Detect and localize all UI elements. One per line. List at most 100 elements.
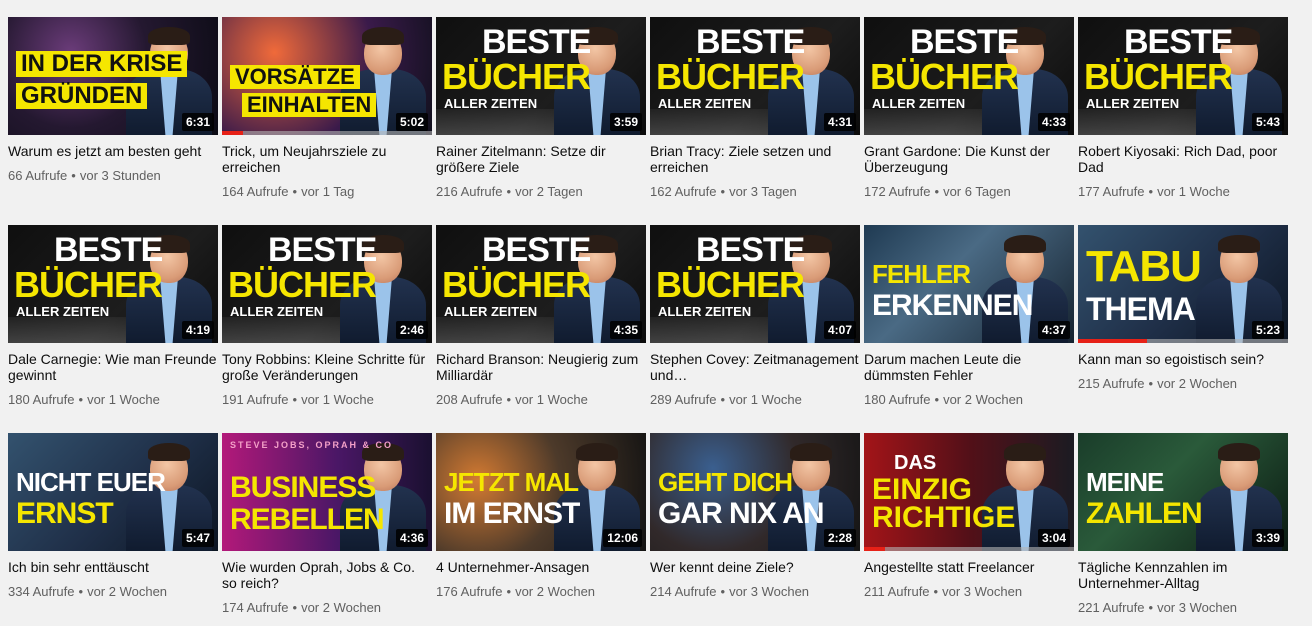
video-card[interactable]: GEHT DICH GAR NIX AN 2:28 Wer kennt deine Z… <box>650 433 860 600</box>
video-thumbnail[interactable]: MEINE ZAHLEN 3:39 <box>1078 433 1288 551</box>
video-title[interactable]: Trick, um Neujahrsziele zu erreichen <box>222 143 432 175</box>
view-count: 221 Aufrufe <box>1078 600 1145 615</box>
book-pages-graphic <box>222 317 342 343</box>
thumbnail-text: GEHT DICH <box>658 467 793 497</box>
video-metadata: 162 Aufrufe • vor 3 Tagen <box>650 184 860 200</box>
video-card[interactable]: STEVE JOBS, OPRAH & CO BUSINESS REBELLEN 4:… <box>222 433 432 616</box>
video-thumbnail[interactable]: VORSÄTZE EINHALTEN 5:02 <box>222 17 432 135</box>
video-title[interactable]: Wer kennt deine Ziele? <box>650 559 860 575</box>
video-thumbnail[interactable]: BESTE BÜCHER ALLER ZEITEN 2:46 <box>222 225 432 343</box>
thumbnail-text: GRÜNDEN <box>16 83 148 109</box>
video-card[interactable]: BESTE BÜCHER ALLER ZEITEN 4:31 Brian Tracy: … <box>650 17 860 200</box>
video-thumbnail[interactable]: GEHT DICH GAR NIX AN 2:28 <box>650 433 860 551</box>
thumbnail-text: BÜCHER <box>656 56 805 97</box>
video-thumbnail[interactable]: BESTE BÜCHER ALLER ZEITEN 5:43 <box>1078 17 1288 135</box>
video-metadata: 164 Aufrufe • vor 1 Tag <box>222 184 432 200</box>
video-card[interactable]: VORSÄTZE EINHALTEN 5:02 Trick, um Neujahrsz… <box>222 17 432 200</box>
duration-badge: 5:02 <box>395 113 428 131</box>
upload-age: vor 3 Wochen <box>942 584 1023 599</box>
video-card[interactable]: BESTE BÜCHER ALLER ZEITEN 4:19 Dale Carnegie… <box>8 225 218 408</box>
video-title[interactable]: Grant Gardone: Die Kunst der Überzeugung <box>864 143 1074 175</box>
thumbnail-text: GAR NIX AN <box>658 497 825 530</box>
video-title[interactable]: Warum es jetzt am besten geht <box>8 143 218 159</box>
duration-badge: 3:04 <box>1037 529 1070 547</box>
video-card[interactable]: BESTE BÜCHER ALLER ZEITEN 4:35 Richard Brans… <box>436 225 646 408</box>
thumbnail-text: JETZT MAL <box>444 467 579 497</box>
thumbnail-text: NICHT EUER <box>16 467 166 497</box>
video-thumbnail[interactable]: NICHT EUER ERNST 5:47 <box>8 433 218 551</box>
thumbnail-text: BÜCHER <box>1084 56 1233 97</box>
video-title[interactable]: Stephen Covey: Zeitmanagement und… <box>650 351 860 383</box>
video-card[interactable]: FEHLER ERKENNEN 4:37 Darum machen Leute die… <box>864 225 1074 408</box>
separator-dot: • <box>71 168 76 183</box>
video-title[interactable]: Kann man so egoistisch sein? <box>1078 351 1288 367</box>
book-pages-graphic <box>864 109 984 135</box>
upload-age: vor 3 Wochen <box>1157 600 1238 615</box>
video-thumbnail[interactable]: IN DER KRISE GRÜNDEN 6:31 <box>8 17 218 135</box>
video-thumbnail[interactable]: BESTE BÜCHER ALLER ZEITEN 4:31 <box>650 17 860 135</box>
video-card[interactable]: JETZT MAL IM ERNST 12:06 4 Unternehmer-Ansa… <box>436 433 646 600</box>
duration-badge: 4:07 <box>823 321 856 339</box>
video-title[interactable]: Robert Kiyosaki: Rich Dad, poor Dad <box>1078 143 1288 175</box>
separator-dot: • <box>720 184 726 199</box>
video-card[interactable]: BESTE BÜCHER ALLER ZEITEN 4:07 Stephen Covey… <box>650 225 860 408</box>
video-thumbnail[interactable]: JETZT MAL IM ERNST 12:06 <box>436 433 646 551</box>
video-thumbnail[interactable]: BESTE BÜCHER ALLER ZEITEN 4:35 <box>436 225 646 343</box>
video-title[interactable]: Brian Tracy: Ziele setzen und erreichen <box>650 143 860 175</box>
thumbnail-text: BESTE <box>54 231 163 269</box>
video-metadata: 334 Aufrufe • vor 2 Wochen <box>8 584 218 600</box>
thumbnail-text: BESTE <box>268 231 377 269</box>
book-pages-graphic <box>1078 109 1198 135</box>
video-thumbnail[interactable]: BESTE BÜCHER ALLER ZEITEN 4:33 <box>864 17 1074 135</box>
video-title[interactable]: Richard Branson: Neugierig zum Milliardä… <box>436 351 646 383</box>
separator-dot: • <box>292 184 298 199</box>
thumbnail-text: IN DER KRISE <box>16 51 188 77</box>
separator-dot: • <box>1148 600 1154 615</box>
thumbnail-text: BESTE <box>1124 23 1233 61</box>
book-pages-graphic <box>650 317 770 343</box>
duration-badge: 4:31 <box>823 113 856 131</box>
watch-progress-bar <box>864 547 885 551</box>
video-title[interactable]: Tägliche Kennzahlen im Unternehmer-Allta… <box>1078 559 1288 591</box>
thumbnail-text: BÜCHER <box>442 56 591 97</box>
video-title[interactable]: 4 Unternehmer-Ansagen <box>436 559 646 575</box>
video-metadata: 208 Aufrufe • vor 1 Woche <box>436 392 646 408</box>
video-title[interactable]: Dale Carnegie: Wie man Freunde gewinnt <box>8 351 218 383</box>
video-card[interactable]: NICHT EUER ERNST 5:47 Ich bin sehr enttäusc… <box>8 433 218 600</box>
video-title[interactable]: Darum machen Leute die dümmsten Fehler <box>864 351 1074 383</box>
view-count: 162 Aufrufe <box>650 184 717 199</box>
video-title[interactable]: Wie wurden Oprah, Jobs & Co. so reich? <box>222 559 432 591</box>
view-count: 176 Aufrufe <box>436 584 503 599</box>
video-card[interactable]: BESTE BÜCHER ALLER ZEITEN 3:59 Rainer Zitelm… <box>436 17 646 200</box>
video-thumbnail[interactable]: BESTE BÜCHER ALLER ZEITEN 3:59 <box>436 17 646 135</box>
video-card[interactable]: BESTE BÜCHER ALLER ZEITEN 2:46 Tony Robbins:… <box>222 225 432 408</box>
thumbnail-text: ALLER ZEITEN <box>658 304 752 319</box>
video-thumbnail[interactable]: TABU THEMA 5:23 <box>1078 225 1288 343</box>
thumbnail-text: MEINE <box>1086 467 1164 497</box>
view-count: 334 Aufrufe <box>8 584 75 599</box>
video-title[interactable]: Ich bin sehr enttäuscht <box>8 559 218 575</box>
video-thumbnail[interactable]: BESTE BÜCHER ALLER ZEITEN 4:19 <box>8 225 218 343</box>
video-card[interactable]: BESTE BÜCHER ALLER ZEITEN 5:43 Robert Kiyosa… <box>1078 17 1288 200</box>
separator-dot: • <box>78 392 84 407</box>
view-count: 289 Aufrufe <box>650 392 717 407</box>
upload-age: vor 2 Wochen <box>1157 376 1238 391</box>
video-metadata: 215 Aufrufe • vor 2 Wochen <box>1078 376 1288 392</box>
video-title[interactable]: Rainer Zitelmann: Setze dir größere Ziel… <box>436 143 646 175</box>
video-card[interactable]: DAS EINZIG RICHTIGE 3:04 Angestellte statt F… <box>864 433 1074 600</box>
video-thumbnail[interactable]: DAS EINZIG RICHTIGE 3:04 <box>864 433 1074 551</box>
thumbnail-text: ERNST <box>16 497 114 530</box>
video-card[interactable]: IN DER KRISE GRÜNDEN 6:31 Warum es jetzt am… <box>8 17 218 184</box>
video-card[interactable]: TABU THEMA 5:23 Kann man so egoistisch sein… <box>1078 225 1288 392</box>
video-metadata: 66 Aufrufe • vor 3 Stunden <box>8 168 218 184</box>
video-thumbnail[interactable]: STEVE JOBS, OPRAH & CO BUSINESS REBELLEN 4:… <box>222 433 432 551</box>
video-card[interactable]: MEINE ZAHLEN 3:39 Tägliche Kennzahlen im Un… <box>1078 433 1288 616</box>
video-thumbnail[interactable]: BESTE BÜCHER ALLER ZEITEN 4:07 <box>650 225 860 343</box>
video-title[interactable]: Tony Robbins: Kleine Schritte für große … <box>222 351 432 383</box>
video-thumbnail[interactable]: FEHLER ERKENNEN 4:37 <box>864 225 1074 343</box>
video-title[interactable]: Angestellte statt Freelancer <box>864 559 1074 575</box>
video-card[interactable]: BESTE BÜCHER ALLER ZEITEN 4:33 Grant Gardone… <box>864 17 1074 200</box>
upload-age: vor 2 Wochen <box>87 584 168 599</box>
upload-age: vor 1 Woche <box>87 392 160 407</box>
thumbnail-text: BUSINESS <box>230 471 376 504</box>
